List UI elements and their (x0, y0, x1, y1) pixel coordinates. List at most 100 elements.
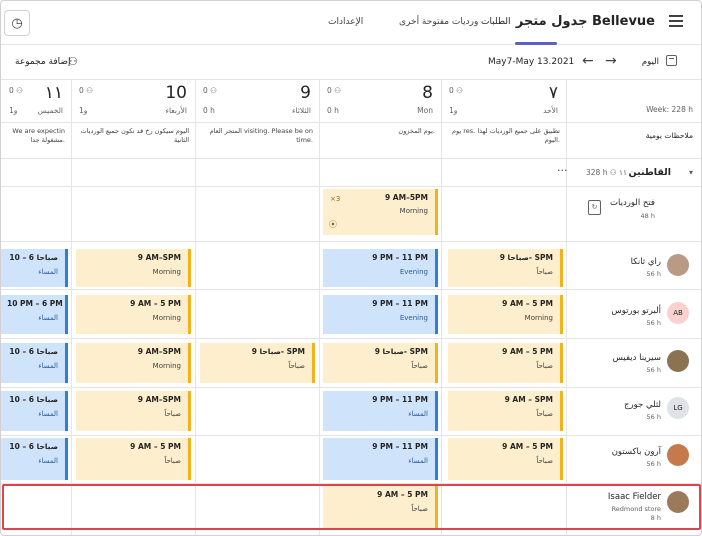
day-people-count: 0 ⚇ (79, 86, 93, 95)
shift-card[interactable]: 9 AM – 5 PM صباحاً (448, 438, 563, 480)
shift-card[interactable]: 9 AM–SPM صباحاً (76, 391, 191, 431)
shift-time: 10 – 6 صباحا (9, 395, 58, 404)
day-header[interactable]: ٧ الأحد 0 ⚇ و1 (441, 79, 566, 121)
shift-time: 9 PM – 11 PM (372, 442, 428, 451)
shift-card[interactable]: 10 – 6 صباحا المساء (1, 343, 68, 383)
shift-card[interactable]: 10 – 6 صباحا المساء (1, 249, 68, 287)
shift-label: صباحاً (536, 457, 553, 465)
shift-time: 10 – 6 صباحا (9, 253, 58, 262)
shift-card[interactable]: 9 AM – 5 PM Morning (448, 295, 563, 334)
shift-card[interactable]: 9 PM – 11 PM المساء (323, 438, 438, 480)
day-people-count: 0 ⚇ (203, 86, 217, 95)
day-hours: و1 (9, 106, 18, 115)
shift-label: Morning (152, 314, 181, 322)
more-options-icon[interactable]: ··· (557, 164, 568, 177)
shift-label: صباحاً (288, 362, 305, 370)
tab-other-open-shifts[interactable]: ورديات مفتوحة أخرى (399, 17, 478, 27)
shift-time: 9 صباحا- SPM (499, 253, 553, 262)
member-row-header[interactable]: راي ثانكا 56 h (564, 241, 701, 289)
day-header[interactable]: 9 الثلاثاء 0 ⚇ 0 h (195, 79, 319, 121)
toolbar: اليوم → ← May7-May 13.2021 ⚇ إضافة مجموع… (1, 45, 701, 79)
day-number: 8 (422, 83, 433, 103)
shift-time: 9 صباحا- SPM (251, 347, 305, 356)
day-header[interactable]: ١١ الخميس 0 ⚇ و1 (1, 79, 71, 121)
day-name: الأحد (543, 106, 558, 115)
daily-note[interactable]: يوم المخزون. (319, 123, 441, 157)
shift-card[interactable]: 10 PM – 6 PM المساء (1, 295, 68, 334)
history-button[interactable]: ◷ (4, 10, 30, 36)
member-name: لثلي جورج (624, 400, 661, 410)
top-bar: جدول متجر Bellevue الطلبات ورديات مفتوحة… (1, 1, 701, 45)
shift-card[interactable]: 9 PM – 11 PM Evening (323, 295, 438, 334)
shift-time: 9 AM – SPM (504, 395, 553, 404)
day-hours: 0 h (203, 106, 215, 115)
prev-week-arrow-icon[interactable]: ← (582, 53, 594, 69)
date-range[interactable]: May7-May 13.2021 (488, 57, 574, 67)
shift-label: Morning (524, 314, 553, 322)
shift-card[interactable]: 9 صباحا- SPM صباحاً (448, 249, 563, 287)
today-button[interactable]: اليوم (642, 57, 659, 67)
member-name: راي ثانكا (630, 257, 661, 267)
shift-label: Morning (399, 207, 428, 215)
shift-card[interactable]: 9 صباحا- SPM صباحاً (323, 343, 438, 383)
member-hours: 56 h (646, 460, 661, 468)
daily-note[interactable]: يوم res. تطبيق على جميع الورديات لهذا ال… (441, 123, 566, 157)
member-row-header[interactable]: آرون باكستون 56 h (564, 435, 701, 483)
calendar-icon[interactable] (666, 55, 677, 66)
daily-note[interactable]: المتجر العام visiting. Please be on time… (195, 123, 319, 157)
open-shift-icon: ↻ (588, 200, 601, 215)
shift-card[interactable]: 10 – 6 صباحا المساء (1, 391, 68, 431)
tab-requests[interactable]: الطلبات (481, 17, 511, 27)
open-shift-card[interactable]: 9 AM–5PM Morning ×3 ⦿ (323, 189, 438, 235)
day-header[interactable]: 10 الأربعاء 0 ⚇ و1 (71, 79, 195, 121)
shift-time: 9 PM – 11 PM (372, 395, 428, 404)
shift-card[interactable]: 9 AM–SPM Morning (76, 343, 191, 383)
member-row-header[interactable]: AB ألبرتو بورتوس 56 h (564, 289, 701, 338)
member-row-header[interactable]: LG لثلي جورج 56 h (564, 387, 701, 435)
add-group-button[interactable]: إضافة مجموعة (15, 57, 71, 67)
day-hours: و1 (79, 106, 88, 115)
next-week-arrow-icon[interactable]: → (605, 53, 617, 69)
schedule-window: جدول متجر Bellevue الطلبات ورديات مفتوحة… (0, 0, 702, 536)
member-row-header[interactable]: سيرينا ديفيس 56 h (564, 338, 701, 387)
day-number: 10 (165, 83, 187, 103)
group-name[interactable]: القاطنين (629, 167, 671, 178)
shift-time: 9 صباحا- SPM (374, 347, 428, 356)
menu-icon[interactable] (669, 15, 683, 27)
avatar: LG (667, 397, 689, 419)
shift-card[interactable]: 9 AM – 5 PM Morning (76, 295, 191, 334)
shift-label: صباحاً (536, 268, 553, 276)
shift-time: 9 AM–5PM (384, 193, 428, 202)
shift-time: 9 AM – 5 PM (502, 347, 553, 356)
day-number: ١١ (44, 83, 63, 103)
shift-card[interactable]: 10 – 6 صباحا المساء (1, 438, 68, 480)
shift-card[interactable]: 9 AM – 5 PM صباحاً (76, 438, 191, 480)
shift-card[interactable]: 9 PM – 11 PM المساء (323, 391, 438, 431)
daily-note[interactable]: اليوم سيكون رخ قد نكون جميع الورديات الث… (71, 123, 195, 157)
shift-card[interactable]: 9 AM – SPM صباحاً (448, 391, 563, 431)
shift-label: صباحاً (164, 410, 181, 418)
shift-time: 9 AM – 5 PM (130, 299, 181, 308)
shift-card[interactable]: 9 صباحا- SPM صباحاً (200, 343, 315, 383)
tab-settings[interactable]: الإعدادات (328, 17, 363, 27)
day-header[interactable]: 8 Mon 0 ⚇ 0 h (319, 79, 441, 121)
avatar: AB (667, 302, 689, 324)
member-hours: 56 h (646, 270, 661, 278)
shift-card[interactable]: 9 AM – 5 PM صباحاً (448, 343, 563, 383)
shift-label: المساء (38, 314, 58, 322)
shift-label: المساء (38, 410, 58, 418)
daily-note[interactable]: We are expectin مشغولة جدا. (1, 123, 71, 157)
member-name: سيرينا ديفيس (612, 353, 661, 363)
shift-time: 9 AM–SPM (137, 395, 181, 404)
shift-time: 10 – 6 صباحا (9, 442, 58, 451)
day-name: Mon (417, 106, 433, 115)
open-shifts-label: فتح الورديات (609, 198, 655, 208)
shift-card[interactable]: 9 PM – 11 PM Evening (323, 249, 438, 287)
shift-label: Morning (152, 362, 181, 370)
shift-card[interactable]: 9 AM–SPM Morning (76, 249, 191, 287)
shift-label: المساء (38, 268, 58, 276)
day-number: ٧ (548, 83, 558, 103)
shift-label: المساء (38, 457, 58, 465)
day-people-count: 0 ⚇ (327, 86, 341, 95)
collapse-caret-icon[interactable]: ▾ (689, 168, 693, 177)
